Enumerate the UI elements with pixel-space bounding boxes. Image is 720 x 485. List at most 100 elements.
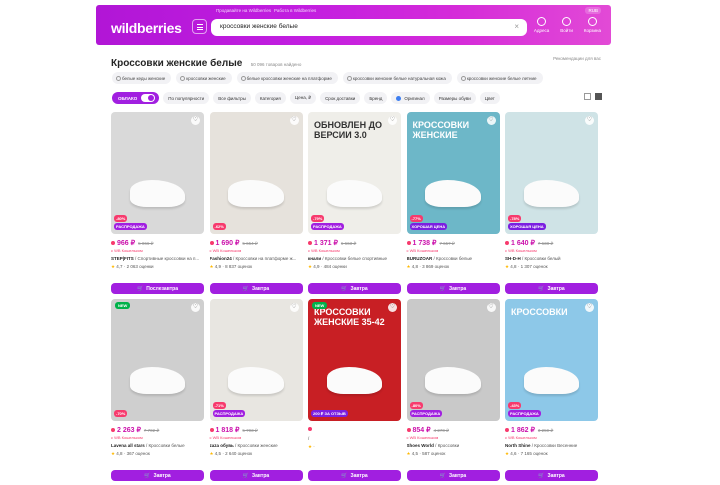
filter-chip[interactable]: Размеры обуви	[433, 92, 476, 104]
product-name[interactable]: /	[308, 436, 401, 441]
heart-icon[interactable]: ♡	[289, 303, 299, 312]
product-card[interactable]: NEW ♡ -70% 2 263 ₽7 702 ₽ с WB Кошельком Lave…	[111, 299, 204, 485]
product-name[interactable]: STEP|FITS / Спортивные кроссовки на п...	[111, 256, 204, 261]
heart-icon[interactable]: ♡	[486, 303, 496, 312]
product-image[interactable]: КРОССОВКИ ЖЕНСКИЕ ♡ -77% ХОРОШАЯ ЦЕНА	[406, 112, 500, 234]
product-name[interactable]: кнали / Кроссовки белые спортивные	[308, 256, 401, 261]
heart-icon[interactable]: ♡	[191, 303, 200, 312]
product-image[interactable]: КРОССОВКИ ♡ -43% РАСПРОДАЖА	[505, 299, 598, 421]
filter-label: Цвет	[484, 95, 495, 101]
menu-button[interactable]	[192, 19, 207, 34]
add-to-cart-button[interactable]: 🛒 Завтра	[209, 283, 303, 294]
product-name[interactable]: zaza обувь / Кроссовки женские	[210, 443, 303, 448]
header-action[interactable]: Адреса	[534, 17, 549, 33]
suggest-tag[interactable]: кроссовки женские белые летние	[456, 72, 543, 84]
grid-small-icon[interactable]	[584, 93, 591, 100]
suggest-tag[interactable]: белые кеды женские	[112, 72, 172, 84]
heart-icon[interactable]: ♡	[585, 303, 594, 312]
search-input[interactable]: кроссовки женские белые ×	[211, 19, 527, 36]
product-image[interactable]: ♡ -71% РАСПРОДАЖА	[209, 299, 303, 421]
product-card[interactable]: КРОССОВКИ ♡ -43% РАСПРОДАЖА 1 862 ₽3 259 ₽ с …	[505, 299, 598, 485]
clear-icon[interactable]: ×	[514, 22, 519, 31]
filter-chip[interactable]: Категория	[254, 92, 286, 104]
product-image[interactable]: ♡ -78% ХОРОШАЯ ЦЕНА	[505, 112, 598, 234]
product-card[interactable]: ♡ -78% ХОРОШАЯ ЦЕНА 1 640 ₽7 638 ₽ с WB Коше…	[505, 112, 598, 298]
heart-icon[interactable]: ♡	[289, 116, 299, 125]
product-desc: Кроссовки на платформе ж...	[235, 256, 297, 261]
filter-chip[interactable]: Оригинал	[391, 92, 430, 104]
add-to-cart-button[interactable]: 🛒 Завтра	[406, 283, 500, 294]
header-action[interactable]: Войти	[560, 17, 573, 33]
recommendations-link[interactable]: Рекомендации для вас	[553, 56, 601, 61]
currency-selector[interactable]: RUB	[585, 7, 601, 14]
product-name[interactable]: SH-D-H / Кроссовки белый	[505, 256, 598, 261]
star-icon: ★	[308, 444, 314, 449]
product-name[interactable]: Lavena all stars / Кроссовки белые	[111, 443, 204, 448]
toggle-switch[interactable]	[141, 94, 156, 102]
product-card[interactable]: ♡ -71% РАСПРОДАЖА 1 818 ₽5 703 ₽ с WB Кошель…	[209, 299, 303, 485]
product-image[interactable]: ♡ -80% РАСПРОДАЖА	[111, 112, 204, 234]
logo[interactable]: wildberries	[111, 20, 182, 36]
cart-icon: 🛒	[242, 472, 249, 479]
add-to-cart-button[interactable]: 🛒 Завтра	[308, 283, 401, 294]
product-image[interactable]: ♡ -80% РАСПРОДАЖА	[406, 299, 500, 421]
discount-badge: -71%	[212, 402, 226, 409]
add-to-cart-button[interactable]: 🛒 Завтра	[308, 470, 401, 481]
rating-value: 4,5	[411, 451, 419, 456]
product-name[interactable]: Shoes World / Кроссовки	[407, 443, 500, 448]
product-badges: -80% РАСПРОДАЖА	[409, 402, 443, 417]
filter-chip[interactable]: Бренд	[364, 92, 388, 104]
rating-value: 4,8	[116, 451, 123, 456]
cart-icon: 🛒	[538, 472, 545, 479]
sale-toggle[interactable]: ОБЛАКО	[112, 92, 160, 104]
product-image[interactable]: ♡ -62%	[209, 112, 303, 234]
heart-icon[interactable]: ♡	[191, 116, 200, 125]
price: 1 371 ₽6 663 ₽	[308, 239, 401, 247]
add-to-cart-button[interactable]: 🛒 Завтра	[209, 470, 303, 481]
sneaker-image	[326, 180, 383, 208]
wallet-note: с WB Кошельком	[406, 435, 439, 440]
sneaker-image	[129, 367, 186, 395]
wallet-note: с WB Кошельком	[111, 435, 143, 440]
product-name[interactable]: Fashion24 / Кроссовки на платформе ж...	[210, 256, 303, 261]
add-to-cart-button[interactable]: 🛒 Послезавтра	[111, 283, 204, 294]
header-action[interactable]: Корзина	[584, 17, 601, 33]
search-value[interactable]: кроссовки женские белые	[220, 23, 298, 30]
suggest-tag[interactable]: кроссовки женские белые натуральная кожа	[342, 72, 452, 84]
product-name[interactable]: North Shine / Кроссовки Весенние	[505, 443, 598, 448]
product-card[interactable]: ОБНОВЛЕН ДО ВЕРСИИ 3.0 ♡ -79% РАСПРОДАЖА 1 3…	[308, 112, 401, 298]
grid-large-icon[interactable]	[595, 93, 602, 100]
product-name[interactable]: BURUZOAR / Кроссовки белые	[407, 256, 500, 261]
wallet-note: с WB Кошельком	[406, 248, 439, 253]
filter-chip[interactable]: Все фильтры	[213, 92, 251, 104]
add-to-cart-button[interactable]: 🛒 Завтра	[505, 283, 598, 294]
suggest-tag[interactable]: кроссовки женские	[176, 72, 232, 84]
filter-chip[interactable]: Срок доставки	[320, 92, 361, 104]
checkbox-icon[interactable]	[396, 95, 402, 101]
delivery-label: Завтра	[449, 285, 467, 292]
product-card[interactable]: КРОССОВКИ ЖЕНСКИЕ ♡ -77% ХОРОШАЯ ЦЕНА 1 738 …	[406, 112, 500, 298]
product-card[interactable]: КРОССОВКИ ЖЕНСКИЕ 35-42 NEW ♡ 200 ₽ ЗА ОТЗЫ…	[308, 299, 401, 485]
product-card[interactable]: ♡ -80% РАСПРОДАЖА 854 ₽4 270 ₽ с WB Кошелько…	[406, 299, 500, 485]
wallet-icon	[505, 428, 509, 432]
product-card[interactable]: ♡ -80% РАСПРОДАЖА 966 ₽5 066 ₽ с WB Кошелько…	[111, 112, 204, 298]
product-card[interactable]: ♡ -62% 1 690 ₽5 654 ₽ с WB Кошельком Fashion…	[209, 112, 303, 298]
sell-link[interactable]: Продавайте на Wildberries	[216, 8, 271, 13]
filter-chip[interactable]: Цена, ₽	[289, 92, 317, 104]
heart-icon[interactable]: ♡	[388, 303, 397, 312]
jobs-link[interactable]: Работа в Wildberries	[274, 8, 316, 13]
add-to-cart-button[interactable]: 🛒 Завтра	[406, 470, 500, 481]
filter-chip[interactable]: По популярности	[163, 92, 210, 104]
heart-icon[interactable]: ♡	[388, 116, 397, 125]
suggest-tag[interactable]: белые кроссовки женские на платформе	[236, 72, 338, 84]
filter-chip[interactable]: Цвет	[479, 92, 500, 104]
add-to-cart-button[interactable]: 🛒 Завтра	[111, 470, 204, 481]
heart-icon[interactable]: ♡	[486, 116, 496, 125]
add-to-cart-button[interactable]: 🛒 Завтра	[505, 470, 598, 481]
heart-icon[interactable]: ♡	[585, 116, 594, 125]
product-image[interactable]: КРОССОВКИ ЖЕНСКИЕ 35-42 NEW ♡ 200 ₽ ЗА ОТЗЫ…	[308, 299, 401, 421]
product-image[interactable]: NEW ♡ -70%	[111, 299, 204, 421]
product-desc: Спортивные кроссовки на п...	[137, 256, 200, 261]
product-image[interactable]: ОБНОВЛЕН ДО ВЕРСИИ 3.0 ♡ -79% РАСПРОДАЖА	[308, 112, 401, 234]
wallet-icon	[111, 241, 115, 245]
